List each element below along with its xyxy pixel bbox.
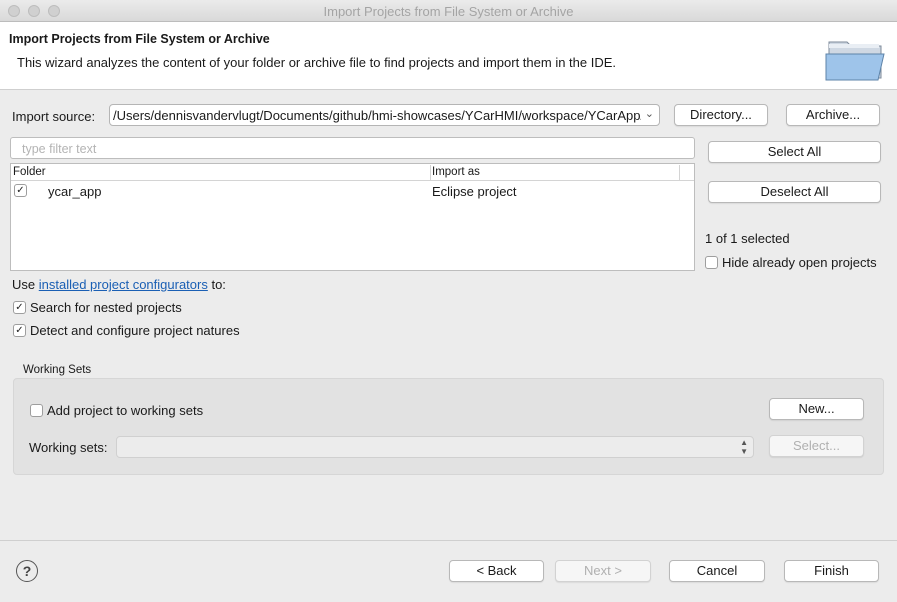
column-divider (679, 165, 680, 180)
wizard-description: This wizard analyzes the content of your… (17, 55, 617, 70)
chevron-updown-icon: ▲ ▼ (740, 438, 748, 456)
table-row[interactable]: ✓ ycar_app Eclipse project (11, 182, 694, 202)
installed-configurators-link[interactable]: installed project configurators (39, 277, 208, 292)
table-header: Folder Import as (11, 164, 694, 181)
hide-open-projects-checkbox[interactable] (705, 256, 718, 269)
row-import-as: Eclipse project (432, 184, 517, 199)
cancel-button[interactable]: Cancel (669, 560, 765, 582)
column-divider (430, 165, 431, 180)
working-sets-title: Working Sets (23, 364, 92, 376)
nested-projects-checkbox[interactable]: ✓ (13, 301, 26, 314)
configurators-suffix: to: (211, 277, 226, 292)
chevron-down-icon: ⌄ (644, 108, 654, 120)
add-to-working-sets-label: Add project to working sets (47, 403, 204, 418)
window-title: Import Projects from File System or Arch… (323, 4, 574, 19)
column-header-folder[interactable]: Folder (13, 166, 46, 178)
row-folder-name: ycar_app (48, 184, 102, 199)
directory-button[interactable]: Directory... (674, 104, 768, 126)
import-source-value: /Users/dennisvandervlugt/Documents/githu… (113, 108, 641, 123)
working-sets-label: Working sets: (29, 440, 108, 455)
checkmark-icon: ✓ (16, 185, 25, 196)
filter-placeholder: type filter text (22, 142, 97, 156)
wizard-header: Import Projects from File System or Arch… (0, 22, 897, 90)
select-all-button[interactable]: Select All (708, 141, 881, 163)
finish-button[interactable]: Finish (784, 560, 879, 582)
detect-natures-label: Detect and configure project natures (30, 323, 240, 338)
help-icon[interactable]: ? (16, 560, 38, 582)
column-header-import-as[interactable]: Import as (432, 166, 480, 178)
hide-open-projects-label: Hide already open projects (722, 255, 877, 270)
filter-input[interactable]: type filter text (10, 137, 695, 159)
working-sets-combo[interactable]: ▲ ▼ (116, 436, 754, 458)
configurators-prefix: Use (12, 277, 36, 292)
checkmark-icon: ✓ (15, 325, 24, 336)
selection-count: 1 of 1 selected (705, 231, 790, 246)
import-source-combo[interactable]: /Users/dennisvandervlugt/Documents/githu… (109, 104, 660, 126)
detect-natures-checkbox[interactable]: ✓ (13, 324, 26, 337)
add-to-working-sets-checkbox[interactable] (30, 404, 43, 417)
window-titlebar: Import Projects from File System or Arch… (0, 0, 897, 22)
projects-table[interactable]: Folder Import as ✓ ycar_app Eclipse proj… (10, 163, 695, 271)
footer-divider (0, 540, 897, 541)
checkmark-icon: ✓ (15, 302, 24, 313)
deselect-all-button[interactable]: Deselect All (708, 181, 881, 203)
folder-open-icon (825, 41, 885, 81)
archive-button[interactable]: Archive... (786, 104, 880, 126)
configurators-line: Use installed project configurators to: (12, 277, 226, 292)
next-button[interactable]: Next > (555, 560, 651, 582)
nested-projects-label: Search for nested projects (30, 300, 182, 315)
new-working-set-button[interactable]: New... (769, 398, 864, 420)
import-source-label: Import source: (12, 109, 96, 124)
working-sets-group (13, 378, 884, 475)
row-checkbox[interactable]: ✓ (14, 184, 27, 197)
wizard-title: Import Projects from File System or Arch… (9, 32, 270, 46)
back-button[interactable]: < Back (449, 560, 544, 582)
select-working-sets-button[interactable]: Select... (769, 435, 864, 457)
